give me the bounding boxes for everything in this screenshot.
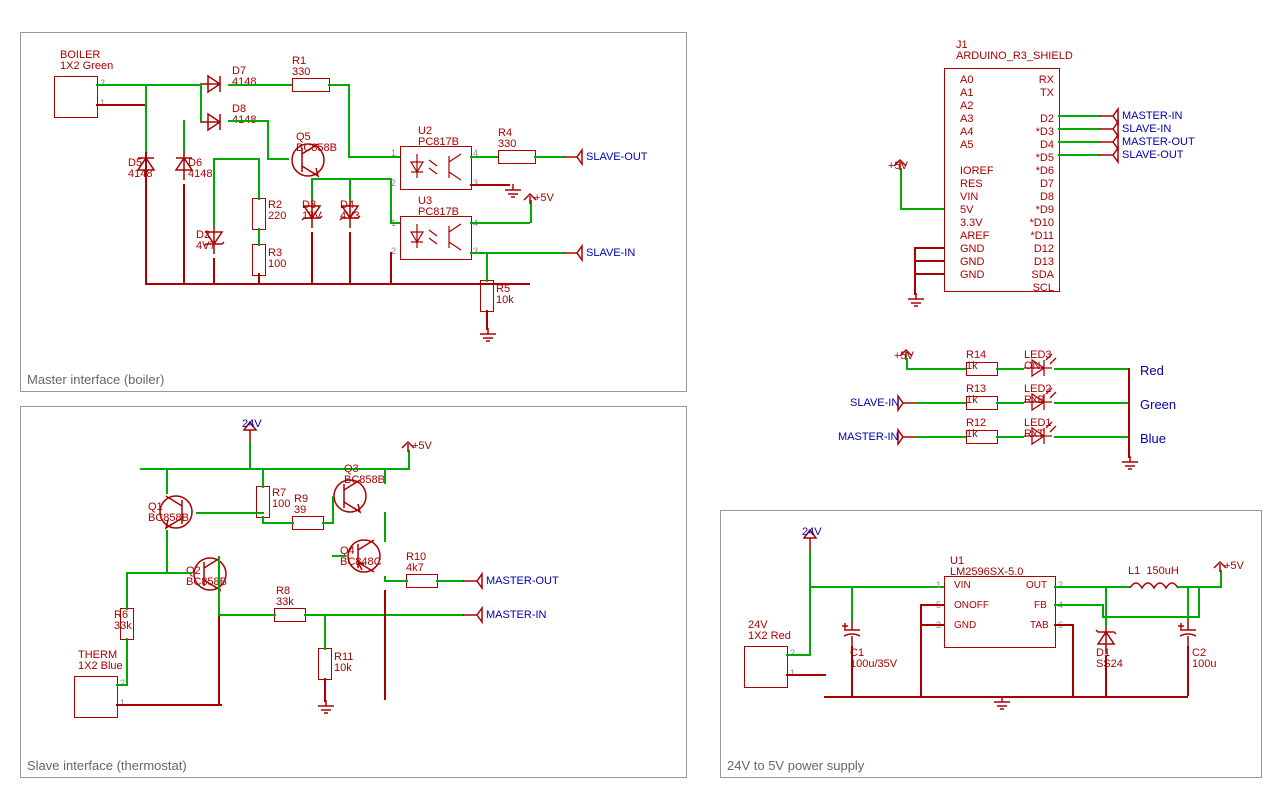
resistor-R10 [406, 574, 438, 588]
gnd-icon [992, 696, 1012, 710]
slave-block: Slave interface (thermostat) [20, 406, 687, 778]
boiler-ref: BOILER 1X2 Green [60, 50, 113, 72]
gnd-icon [316, 700, 336, 714]
master-title: Master interface (boiler) [27, 372, 164, 387]
resistor-R5 [480, 280, 494, 312]
gnd-icon [478, 328, 498, 342]
psu-connector [744, 646, 788, 688]
gnd-icon [1120, 456, 1140, 470]
resistor-R4 [498, 150, 536, 164]
diode-D7 [200, 70, 230, 98]
schematic-canvas: Master interface (boiler) BOILER 1X2 Gre… [0, 0, 1280, 789]
boiler-connector [54, 76, 98, 118]
resistor-R8 [274, 608, 306, 622]
therm-ref: THERM 1X2 Blue [78, 650, 123, 672]
psu-conn-ref: 24V 1X2 Red [748, 620, 791, 642]
cap-C1 [840, 618, 864, 648]
psu-title: 24V to 5V power supply [727, 758, 864, 773]
gnd-icon [376, 698, 396, 712]
resistor-R1 [292, 78, 330, 92]
inductor-L1 [1130, 578, 1180, 594]
gnd-icon [906, 293, 926, 307]
cap-C2 [1176, 618, 1200, 648]
therm-connector [74, 676, 118, 718]
resistor-R9 [292, 516, 324, 530]
slave-title: Slave interface (thermostat) [27, 758, 187, 773]
resistor-R3 [252, 244, 266, 276]
resistor-R2 [252, 198, 266, 230]
diode-D8 [200, 108, 230, 136]
resistor-R11 [318, 648, 332, 680]
